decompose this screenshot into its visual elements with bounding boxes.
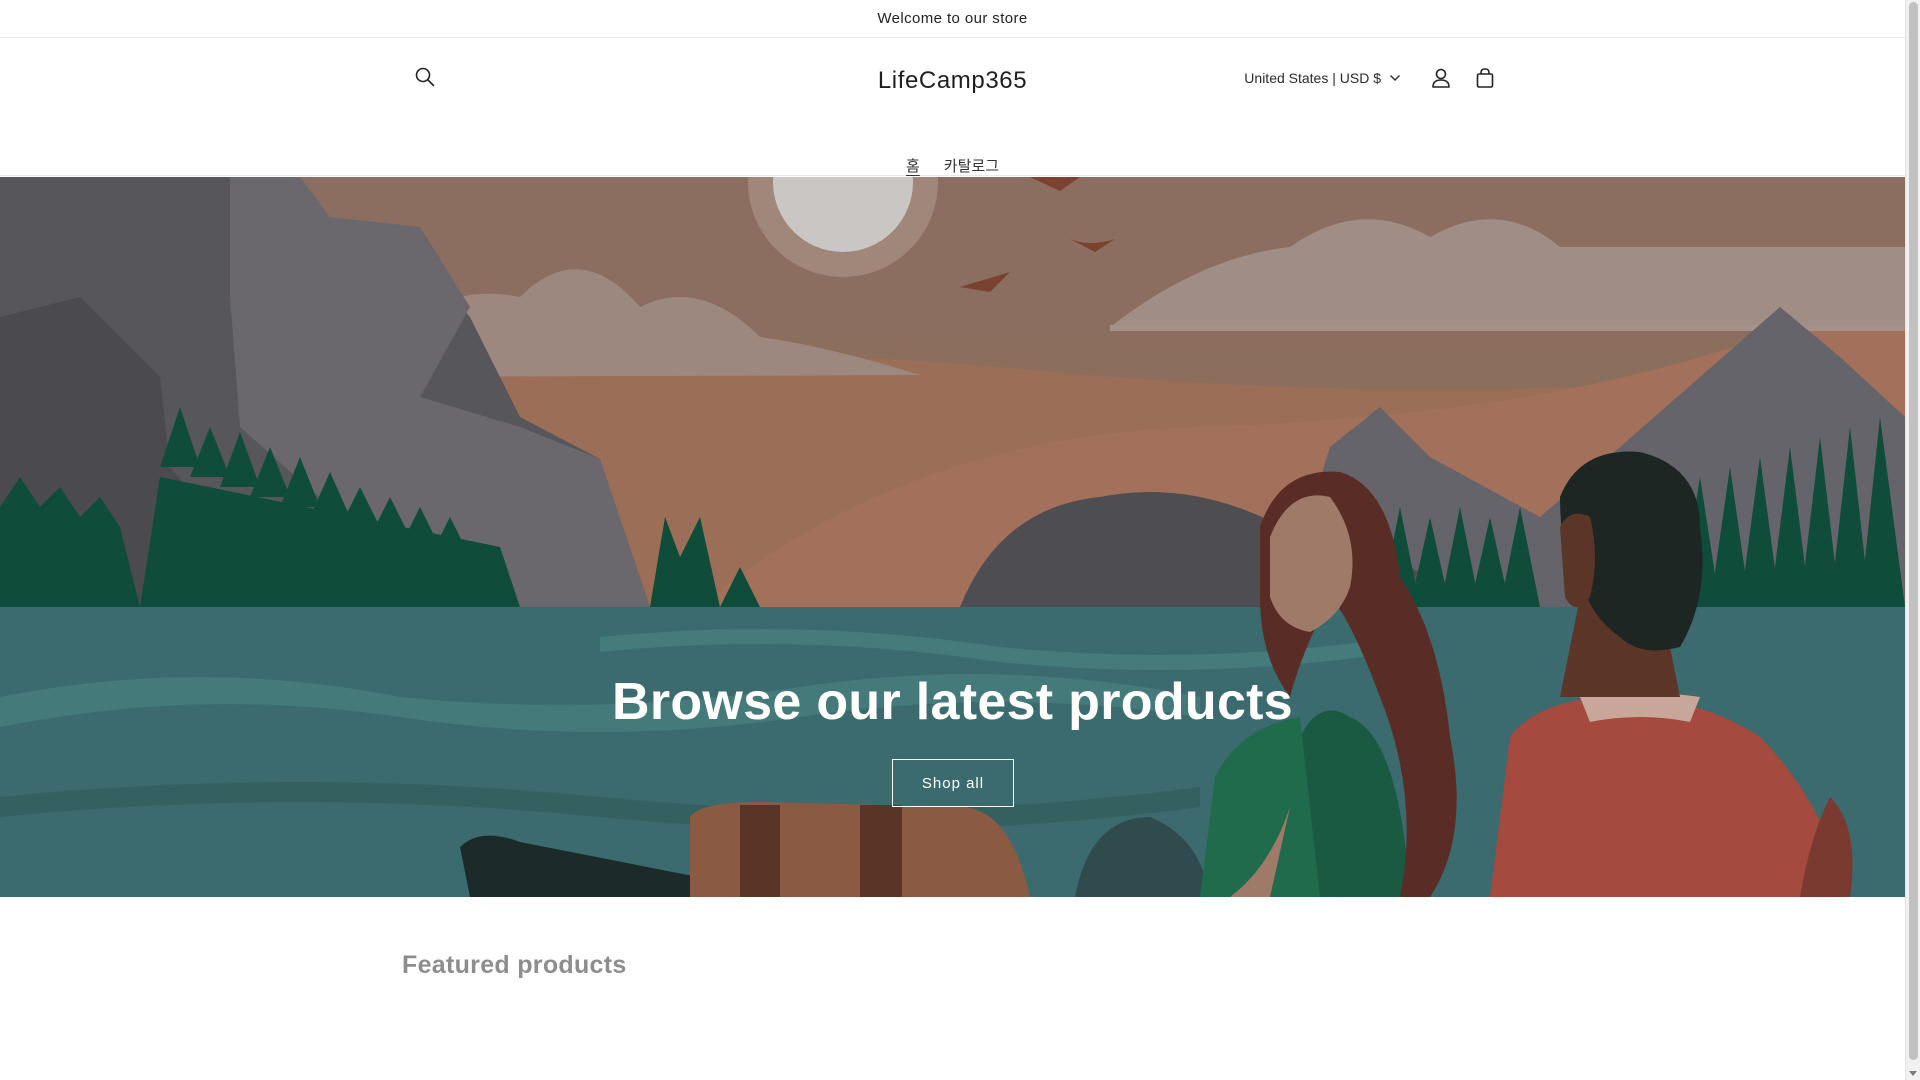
- announcement-text: Welcome to our store: [877, 10, 1028, 27]
- search-icon: [415, 67, 435, 87]
- header-inner: LifeCamp365 United States | USD $: [400, 38, 1505, 123]
- header-tools: United States | USD $: [1240, 60, 1505, 96]
- nav-item-catalog[interactable]: 카탈로그: [944, 155, 999, 176]
- scroll-down-arrow-icon[interactable]: [1909, 1071, 1917, 1076]
- featured-products-heading: Featured products: [402, 951, 627, 979]
- hero-heading: Browse our latest products: [611, 673, 1294, 731]
- store-logo-link[interactable]: LifeCamp365: [878, 67, 1027, 95]
- search-button[interactable]: [408, 60, 442, 94]
- nav-item-home[interactable]: 홈: [906, 155, 920, 176]
- main-navigation: 홈 카탈로그: [0, 155, 1905, 176]
- country-currency-selector[interactable]: United States | USD $: [1240, 64, 1405, 92]
- site-header: LifeCamp365 United States | USD $ 홈 카탈로그: [0, 38, 1905, 176]
- user-icon: [1432, 68, 1450, 88]
- page: Welcome to our store LifeCamp365 United …: [0, 0, 1905, 1080]
- page-scrollbar[interactable]: [1905, 0, 1920, 1080]
- cart-button[interactable]: [1465, 60, 1505, 96]
- country-currency-label: United States | USD $: [1244, 70, 1381, 86]
- chevron-down-icon: [1389, 74, 1401, 82]
- account-button[interactable]: [1421, 60, 1461, 96]
- announcement-bar: Welcome to our store: [0, 0, 1905, 38]
- scrollbar-thumb[interactable]: [1909, 2, 1918, 1060]
- cart-icon: [1476, 68, 1494, 88]
- shop-all-button[interactable]: Shop all: [892, 759, 1014, 807]
